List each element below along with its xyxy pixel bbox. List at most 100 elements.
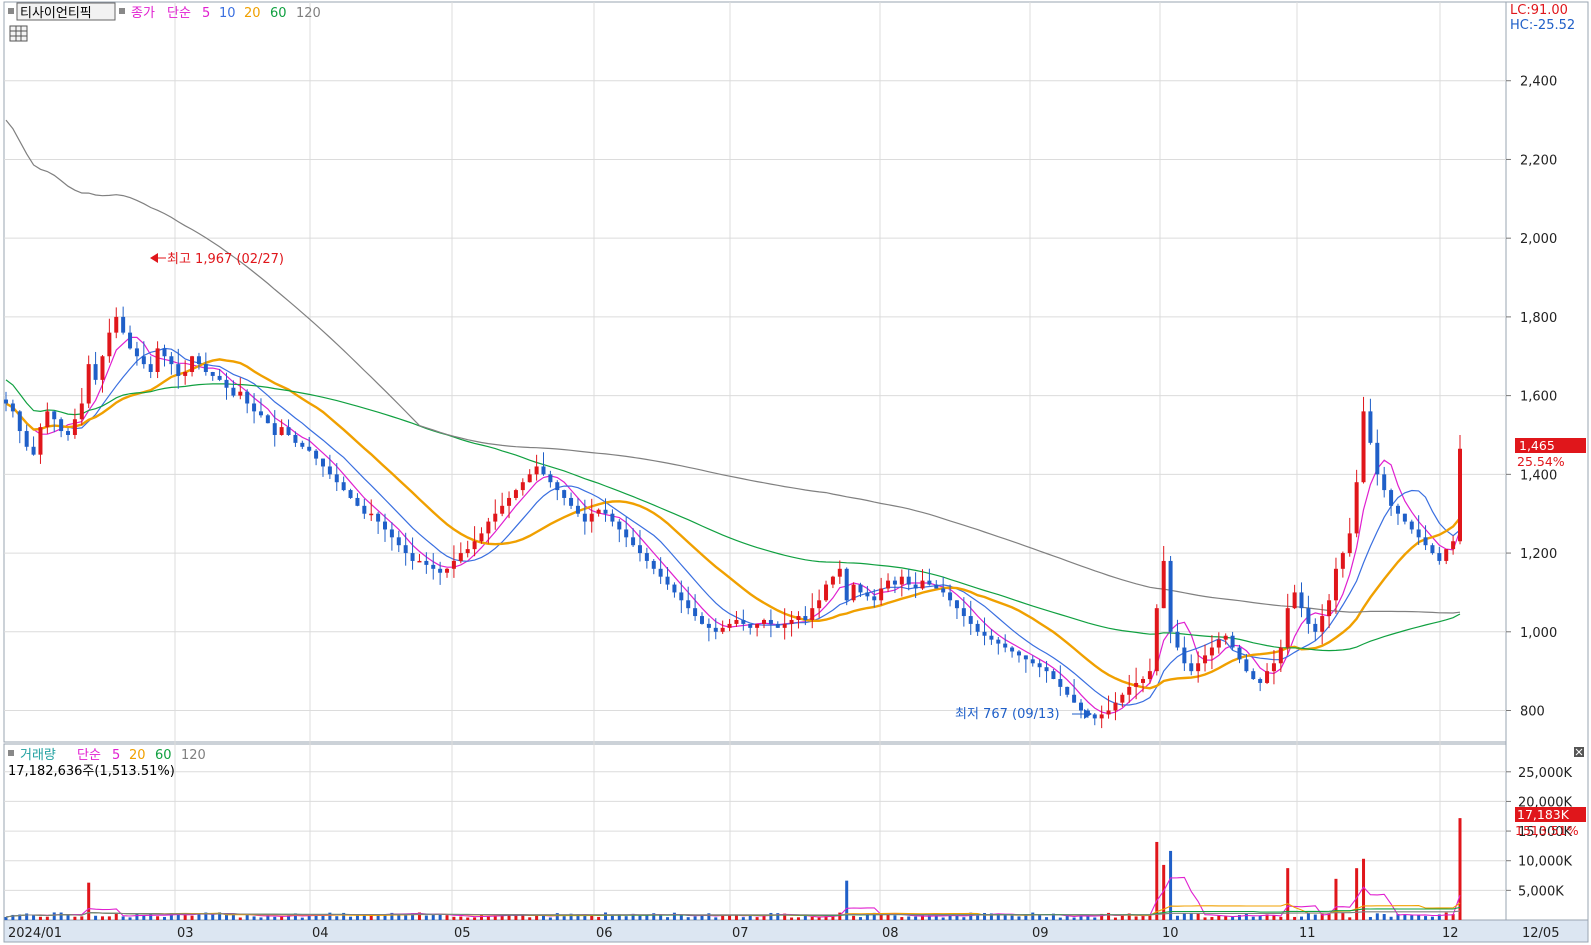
- candle-body: [1437, 553, 1442, 561]
- date-tick-label: 11: [1299, 926, 1316, 941]
- candle-body: [686, 600, 691, 609]
- volume-bar: [1430, 916, 1434, 920]
- date-tick-label: 12: [1442, 926, 1459, 941]
- date-tick-label: 12/05: [1522, 926, 1559, 941]
- date-tick-label: 10: [1162, 926, 1179, 941]
- volume-bar: [1258, 915, 1262, 920]
- candle-body: [72, 419, 77, 435]
- volume-bar: [1210, 917, 1214, 920]
- candle-body: [279, 427, 284, 435]
- candle-body: [286, 427, 291, 435]
- candle-body: [1251, 671, 1256, 680]
- date-tick-label: 03: [177, 926, 194, 941]
- candle-body: [203, 364, 208, 372]
- volume-bar: [1065, 916, 1069, 920]
- volume-bar: [1134, 916, 1138, 920]
- volume-bar: [1313, 914, 1317, 920]
- candle-body: [59, 419, 64, 432]
- close-icon[interactable]: [1574, 747, 1584, 757]
- candle-body: [1375, 442, 1380, 475]
- candle-body: [1299, 592, 1304, 609]
- candle-body: [431, 564, 436, 569]
- volume-bar: [555, 913, 559, 920]
- volume-bar: [1224, 916, 1228, 920]
- volume-bar: [349, 916, 353, 920]
- candle-body: [24, 431, 29, 447]
- candle-body: [107, 332, 112, 357]
- candle-body: [1189, 663, 1194, 672]
- candle-body: [1134, 682, 1139, 687]
- candle-body: [1037, 663, 1042, 668]
- candle-body: [86, 364, 91, 404]
- candle-body: [238, 391, 243, 396]
- legend-bullet: [8, 8, 14, 14]
- candle-body: [1196, 663, 1201, 672]
- candle-body: [1416, 529, 1421, 538]
- candle-body: [851, 584, 856, 601]
- price-tick-label: 2,200: [1520, 153, 1557, 168]
- volume-bar: [1113, 917, 1117, 920]
- candle-body: [231, 387, 236, 396]
- stock-name[interactable]: 티사이언티픽: [20, 6, 92, 21]
- candle-body: [1354, 482, 1359, 534]
- candle-body: [148, 364, 153, 372]
- volume-bar: [1244, 913, 1248, 920]
- volume-bar: [128, 917, 132, 920]
- volume-bar: [604, 912, 608, 920]
- candle-body: [1306, 608, 1311, 624]
- volume-bar: [548, 917, 552, 920]
- volume-bar: [714, 917, 718, 920]
- volume-bar: [541, 915, 545, 920]
- volume-bar: [142, 915, 146, 920]
- table-icon[interactable]: [9, 25, 28, 42]
- volume-bar: [1341, 912, 1345, 920]
- volume-bar: [679, 915, 683, 920]
- candle-body: [1285, 608, 1290, 648]
- volume-ma-120: 120: [181, 748, 206, 763]
- candle-body: [458, 553, 463, 561]
- volume-bar: [893, 915, 897, 920]
- candle-body: [631, 537, 636, 546]
- candle-body: [693, 608, 698, 617]
- volume-bar: [741, 917, 745, 920]
- candle-body: [1058, 679, 1063, 687]
- candle-body: [479, 533, 484, 542]
- candle-body: [1147, 671, 1152, 680]
- volume-bar: [1251, 916, 1255, 920]
- volume-bar: [183, 914, 187, 920]
- candle-body: [562, 490, 567, 498]
- candle-body: [500, 505, 505, 514]
- volume-bar: [810, 916, 814, 920]
- volume-bar: [914, 916, 918, 920]
- candle-body: [1237, 647, 1242, 660]
- volume-bar: [962, 917, 966, 920]
- candle-body: [1127, 686, 1132, 695]
- candle-body: [651, 560, 656, 569]
- candle-body: [258, 411, 263, 416]
- candle-body: [210, 372, 215, 376]
- volume-bar: [328, 912, 332, 920]
- candle-body: [961, 608, 966, 617]
- candle-body: [569, 497, 574, 506]
- candle-body: [624, 529, 629, 538]
- candle-body: [810, 608, 815, 620]
- volume-bar: [1231, 916, 1235, 920]
- volume-bar: [1300, 916, 1304, 920]
- candle-body: [17, 411, 22, 432]
- candle-body: [66, 431, 71, 435]
- candle-body: [1223, 635, 1228, 640]
- volume-bar: [114, 913, 118, 920]
- candle-body: [589, 513, 594, 522]
- volume-bar: [94, 915, 98, 920]
- volume-bar: [1169, 850, 1173, 920]
- candle-body: [265, 415, 270, 424]
- volume-bar: [900, 917, 904, 920]
- candle-body: [1230, 635, 1235, 648]
- volume-bar: [1155, 841, 1159, 920]
- volume-bar: [252, 916, 256, 920]
- candle-body: [1258, 679, 1263, 683]
- candle-body: [1368, 411, 1373, 443]
- candle-body: [975, 623, 980, 632]
- volume-bar: [52, 912, 56, 920]
- candle-body: [31, 446, 36, 455]
